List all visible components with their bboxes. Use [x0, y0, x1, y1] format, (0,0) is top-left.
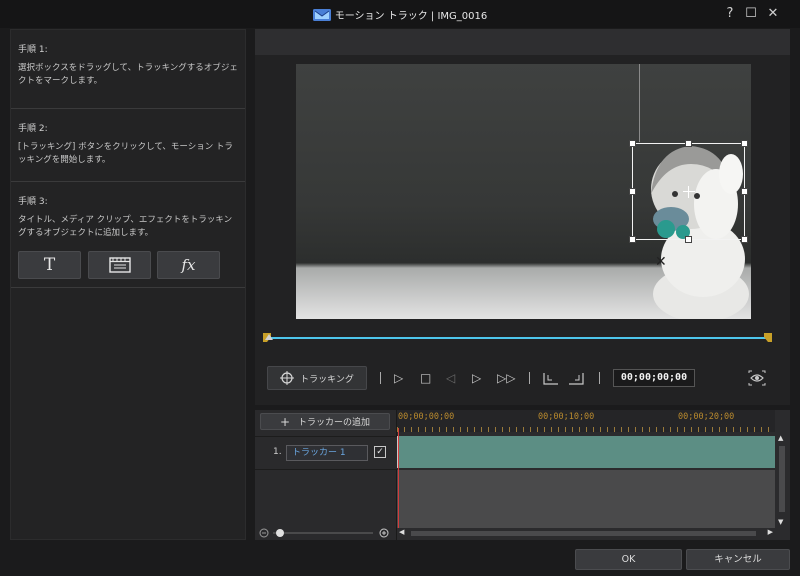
window-title-text: モーション トラック | IMG_0016: [334, 11, 488, 22]
preview-eye-icon[interactable]: [748, 370, 766, 386]
resize-handle-left[interactable]: [629, 188, 636, 195]
title-icon: T: [43, 255, 56, 275]
player-controls: トラッキング ▷ □ ◁ ▷ ▷▷ 00;00;00;00: [267, 366, 787, 392]
ruler-label: 00;00;10;00: [538, 412, 595, 422]
scroll-thumb[interactable]: [411, 531, 756, 536]
resize-handle-top-left[interactable]: [629, 140, 636, 147]
ruler-label: 00;00;20;00: [678, 412, 735, 422]
track-index: 1.: [273, 447, 282, 457]
step-1: 手順 1: 選択ボックスをドラッグして、トラッキングするオブジェクトをマークしま…: [11, 30, 245, 109]
hanging-string: [639, 64, 640, 142]
maximize-icon[interactable]: ☐: [743, 6, 759, 21]
separator: [529, 372, 530, 384]
timeline-panel: + トラッカーの追加 1. トラッカー 1 ✓ 00;00;00;00 00;0…: [255, 410, 790, 540]
resize-handle-right[interactable]: [741, 188, 748, 195]
resize-handle-top-right[interactable]: [741, 140, 748, 147]
tracking-button-label: トラッキング: [300, 374, 354, 385]
add-media-clip-button[interactable]: [88, 251, 151, 279]
help-icon[interactable]: ?: [722, 6, 738, 21]
step-2: 手順 2: [トラッキング] ボタンをクリックして、モーション トラッキングを開…: [11, 109, 245, 182]
fast-forward-icon[interactable]: ▷▷: [497, 371, 515, 385]
video-preview[interactable]: ✕: [296, 64, 751, 319]
step-1-title: 手順 1:: [18, 45, 48, 55]
vertical-scrollbar[interactable]: ▲ ▼: [776, 432, 788, 528]
separator: [599, 372, 600, 384]
preview-header: [255, 29, 790, 55]
plus-icon: +: [279, 414, 291, 429]
timeline-empty-area: [397, 470, 775, 528]
step-3-text: タイトル、メディア クリップ、エフェクトをトラッキングするオブジェクトに追加しま…: [18, 215, 233, 238]
tracking-button[interactable]: トラッキング: [267, 366, 367, 390]
play-icon[interactable]: ▷: [394, 371, 403, 385]
tracker-clip[interactable]: [397, 436, 775, 468]
instructions-panel: 手順 1: 選択ボックスをドラッグして、トラッキングするオブジェクトをマークしま…: [10, 29, 246, 540]
stop-icon[interactable]: □: [420, 371, 431, 385]
timeline-ruler[interactable]: 00;00;00;00 00;00;10;00 00;00;20;00: [397, 410, 775, 432]
resize-handle-bottom-left[interactable]: [629, 236, 636, 243]
tracking-point-x-icon: ✕: [655, 254, 667, 270]
trim-slider[interactable]: [263, 332, 773, 344]
resize-handle-bottom-right[interactable]: [741, 236, 748, 243]
scroll-thumb[interactable]: [779, 446, 785, 512]
ruler-ticks: [397, 427, 775, 432]
timeline-zoom-slider[interactable]: [259, 528, 395, 538]
tracker-enable-checkbox[interactable]: ✓: [374, 446, 386, 458]
track-header-column: + トラッカーの追加 1. トラッカー 1 ✓: [255, 410, 397, 540]
tracker-name-field[interactable]: トラッカー 1: [286, 445, 368, 461]
trim-track: [267, 337, 769, 339]
step-1-text: 選択ボックスをドラッグして、トラッキングするオブジェクトをマークします。: [18, 63, 238, 86]
title-bar: モーション トラック | IMG_0016 ? ☐ ✕: [0, 0, 800, 28]
playhead[interactable]: [398, 428, 399, 528]
scroll-right-icon[interactable]: ▶: [768, 528, 773, 536]
add-title-button[interactable]: T: [18, 251, 81, 279]
scroll-left-icon[interactable]: ◀: [399, 528, 404, 536]
previous-frame-icon[interactable]: ◁: [446, 371, 455, 385]
ruler-label: 00;00;00;00: [398, 412, 455, 422]
mark-out-icon[interactable]: [567, 371, 585, 386]
separator: [380, 372, 381, 384]
next-frame-icon[interactable]: ▷: [472, 371, 481, 385]
resize-handle-top[interactable]: [685, 140, 692, 147]
resize-handle-bottom[interactable]: [685, 236, 692, 243]
scroll-up-icon[interactable]: ▲: [778, 434, 783, 442]
mark-in-handle[interactable]: [263, 332, 275, 344]
horizontal-scrollbar[interactable]: ◀ ▶: [397, 528, 775, 538]
mark-in-icon[interactable]: [542, 371, 560, 386]
step-2-text: [トラッキング] ボタンをクリックして、モーション トラッキングを開始します。: [18, 142, 233, 165]
move-crosshair-icon[interactable]: [682, 185, 695, 198]
scroll-down-icon[interactable]: ▼: [778, 518, 783, 526]
add-effect-button[interactable]: fx: [157, 251, 220, 279]
tracking-selection-box[interactable]: [629, 140, 748, 243]
ok-button[interactable]: OK: [575, 549, 682, 570]
add-tracker-button[interactable]: + トラッカーの追加: [260, 413, 390, 430]
timecode-display[interactable]: 00;00;00;00: [613, 369, 695, 387]
target-icon: [280, 371, 295, 385]
track-row: 1. トラッカー 1 ✓: [255, 436, 397, 470]
window-title: モーション トラック | IMG_0016: [0, 7, 800, 22]
cancel-button[interactable]: キャンセル: [686, 549, 790, 570]
step-2-title: 手順 2:: [18, 124, 48, 134]
app-logo-icon: [312, 9, 331, 21]
effect-icon: fx: [181, 256, 196, 274]
preview-panel: ✕ トラッキング ▷ □ ◁ ▷ ▷▷ 00;00;00;00: [255, 29, 790, 405]
step-3-title: 手順 3:: [18, 197, 48, 207]
media-clip-icon: [108, 257, 131, 273]
add-tracker-label: トラッカーの追加: [298, 418, 371, 428]
close-icon[interactable]: ✕: [765, 6, 781, 21]
mark-out-handle[interactable]: [763, 332, 773, 344]
